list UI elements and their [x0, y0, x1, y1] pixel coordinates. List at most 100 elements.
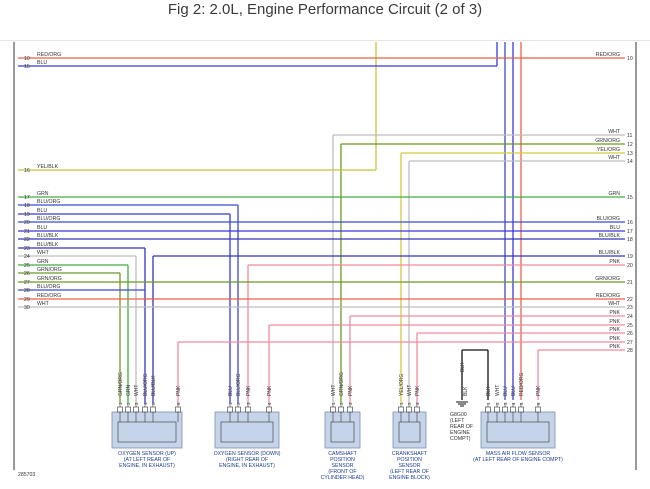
pin-number: 6 [176, 402, 181, 405]
component-box [111, 411, 183, 449]
pin-terminal [406, 406, 412, 413]
horizontal-wires: RED/ORG 10 RED/ORG 10 BLU 15 WHT 11 GRN/ORG 12 YEL… [18, 52, 633, 354]
wire-right-number: 23 [627, 305, 633, 311]
oxygen-sensor-up: 1GRN/ORG2GRN3WHT4BLU/ORG5BLU/BLK6PNKOXYG… [111, 372, 183, 469]
pin-wire-label: YEL/ORG [399, 374, 405, 396]
wire-left-number: 16 [24, 168, 30, 174]
pin-wire-label: PNK [176, 385, 182, 396]
pin-terminal [227, 406, 233, 413]
wire-right-number: 15 [627, 195, 633, 201]
pin-terminal [338, 406, 344, 413]
wire-left-label: BLU/ORG [37, 216, 60, 222]
component-box [392, 411, 427, 449]
pin-wire-label: WHT [407, 385, 413, 396]
pin-wire-label: BLU [511, 386, 517, 396]
wire-left-label: BLU/BLK [37, 242, 59, 248]
pin-terminal [125, 406, 131, 413]
pin-number: 3 [415, 402, 420, 405]
pin-terminal [398, 406, 404, 413]
wire-left-label: BLU [37, 225, 47, 231]
wire-left-number: 10 [24, 56, 30, 62]
wire-left-number: 26 [24, 271, 30, 277]
pin-terminal [142, 406, 148, 413]
wire-left-label: RED/ORG [37, 293, 61, 299]
pin-number: 5 [519, 402, 524, 405]
wire-right-number: 28 [627, 348, 633, 354]
pin-number: 1 [399, 402, 404, 405]
ground-wire-label: BLK [463, 386, 469, 396]
component-caption: ENGINE BLOCK) [389, 475, 430, 481]
wire-left-number: 22 [24, 237, 30, 243]
wire-left-number: 27 [24, 280, 30, 286]
pin-terminal [150, 406, 156, 413]
wire-left-number: 19 [24, 212, 30, 218]
wire-left-number: 20 [24, 220, 30, 226]
figure-id: 285703 [18, 472, 35, 478]
wire-left-number: 23 [24, 246, 30, 252]
pin-number: 4 [511, 402, 516, 405]
pin-number: 1 [331, 402, 336, 405]
pin-terminal [485, 406, 491, 413]
wire-right-label: WHT [608, 301, 621, 307]
wire-left-number: 15 [24, 64, 30, 70]
component-box [324, 411, 361, 449]
camshaft-position-sensor: 1WHT2GRN/ORG3PNKCAMSHAFTPOSITIONSENSOR(F… [321, 372, 365, 481]
wire-right-number: 22 [627, 297, 633, 303]
pin-wire-label: GRN/ORG [118, 372, 124, 396]
pin-terminal [117, 406, 123, 413]
components: 1GRN/ORG2GRN3WHT4BLU/ORG5BLU/BLK6PNKOXYG… [111, 372, 563, 481]
wire-left-label: YEL/BLK [37, 164, 59, 170]
pin-wire-label: BLU/BLK [151, 375, 157, 396]
pin-number: 2 [126, 402, 131, 405]
wire-right-number: 20 [627, 263, 633, 269]
pin-terminal [235, 406, 241, 413]
pin-terminal [502, 406, 508, 413]
wire-left-label: WHT [37, 301, 50, 307]
pin-number: 2 [495, 402, 500, 405]
wire-right-number: 10 [627, 56, 633, 62]
pin-number: 5 [151, 402, 156, 405]
wire-right-label: GRN [608, 191, 620, 197]
component-caption: ENGINE, IN EXHAUST) [219, 463, 275, 469]
wire-left-label: BLU/ORG [37, 199, 60, 205]
pin-wire-label: WHT [331, 385, 337, 396]
pin-wire-label: WHT [134, 385, 140, 396]
pin-wire-label: WHT [495, 385, 501, 396]
wire-left-label: BLU/BLK [37, 233, 59, 239]
pin-number: 1 [118, 402, 123, 405]
wire-right-number: 18 [627, 237, 633, 243]
ground-upper-label: BLK [460, 362, 466, 372]
pin-number: 4 [267, 402, 272, 405]
oxygen-sensor-down: 1BLU2BLU/ORG3PNK4PNKOXYGEN SENSOR (DOWN)… [214, 373, 281, 469]
wire-left-label: BLU [37, 208, 47, 214]
component-caption: (AT LEFT REAR OF ENGINE COMPT) [473, 457, 563, 463]
pin-terminal [510, 406, 516, 413]
pin-terminal [133, 406, 139, 413]
pin-wire-label: BLK [486, 386, 492, 396]
pin-number: 2 [236, 402, 241, 405]
wiring-diagram: RED/ORG10RED/ORG10BLU15WHT11GRN/ORG12YEL… [13, 42, 637, 481]
wire-right-label: RED/ORG [596, 293, 620, 299]
wire-right-number: 25 [627, 323, 633, 329]
wire-right-label: GRN/ORG [595, 276, 620, 282]
pin-wire-label: PNK [246, 385, 252, 396]
pin-wire-label: BLU/ORG [143, 373, 149, 396]
pin-wire-label: BLU [228, 386, 234, 396]
wire-left-number: 25 [24, 263, 30, 269]
wire-right-number: 24 [627, 314, 633, 320]
pin-number: 3 [134, 402, 139, 405]
pin-wire-label: BLU/ORG [236, 373, 242, 396]
wire-right-number: 11 [627, 133, 632, 139]
pin-wire-label: BLU [503, 386, 509, 396]
wire-right-label: BLU [610, 225, 620, 231]
wire-right-label: WHT [608, 155, 621, 161]
wire-right-number: 26 [627, 331, 633, 337]
pin-terminal [535, 406, 541, 413]
wire-left-number: 30 [24, 305, 30, 311]
wire-right-number: 16 [627, 220, 633, 226]
crankshaft-position-sensor: 1YEL/ORG2WHT3PNKCRANKSHAFTPOSITIONSENSOR… [389, 374, 430, 481]
mass-air-flow-sensor: 1BLK2WHT3BLU4BLU5RED/ORG6PNKMASS AIR FLO… [473, 373, 563, 463]
wire-right-label: GRN/ORG [595, 138, 620, 144]
pin-number: 2 [339, 402, 344, 405]
wire-right-label: BLU/ORG [597, 216, 620, 222]
